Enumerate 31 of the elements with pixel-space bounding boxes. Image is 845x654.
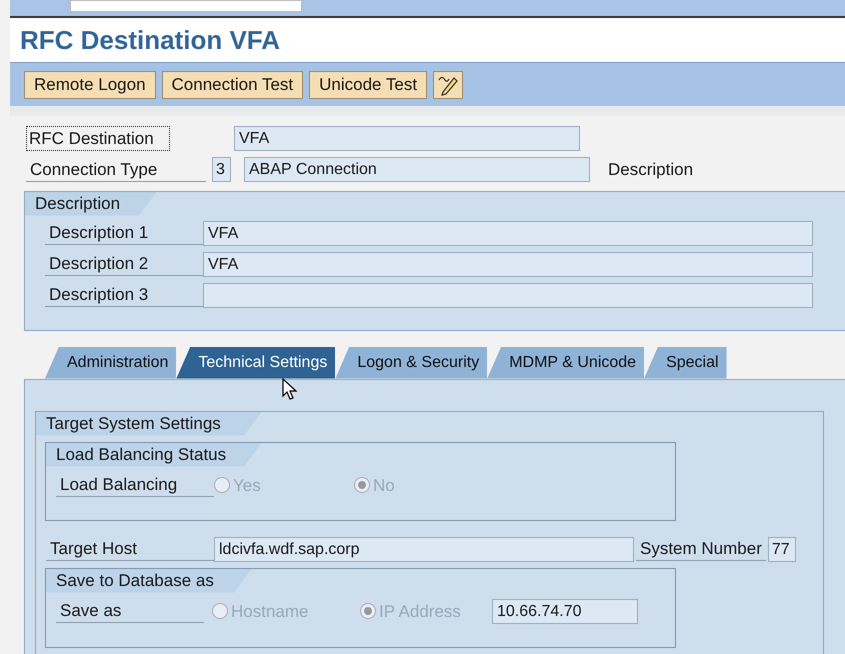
tab[interactable]: Logon & Security [335,346,488,378]
tab[interactable]: Technical Settings [176,346,336,378]
input-field[interactable]: VFA [203,220,813,246]
input-field[interactable]: VFA [203,252,813,276]
field-label: Save as [56,599,204,624]
type-code-field[interactable]: 3 [212,157,231,182]
tab[interactable]: Administration [45,346,176,378]
input-field[interactable]: 10.66.74.70 [492,598,638,624]
toolbar-button[interactable]: Remote Logon [24,70,156,98]
group-title: Description [25,192,157,216]
edit-button[interactable] [433,70,464,98]
field-label: Load Balancing [56,473,214,498]
input-field[interactable] [70,0,302,12]
input-field[interactable] [203,282,813,308]
tab[interactable]: Special [644,346,727,378]
field-label: RFC Destination [26,126,170,151]
input-field[interactable]: ldcivfa.wdf.sap.corp [214,536,634,562]
description-label: Description [608,159,694,181]
input-field[interactable]: VFA [234,126,580,151]
input-field[interactable]: ABAP Connection [244,157,590,182]
group-title: Target System Settings [36,412,262,436]
field-label: Connection Type [26,158,206,182]
page-title: RFC Destination VFA [20,24,280,56]
toolbar-button[interactable]: Connection Test [162,70,304,98]
tab[interactable]: MDMP & Unicode [487,346,644,378]
mouse-cursor-icon [282,378,298,402]
system-number-field[interactable]: 77 [768,536,796,562]
field-label: System Number [636,537,766,561]
group-title: Save to Database as [46,568,252,592]
toolbar-button[interactable]: Unicode Test [309,70,428,98]
group-title: Load Balancing Status [46,442,262,466]
